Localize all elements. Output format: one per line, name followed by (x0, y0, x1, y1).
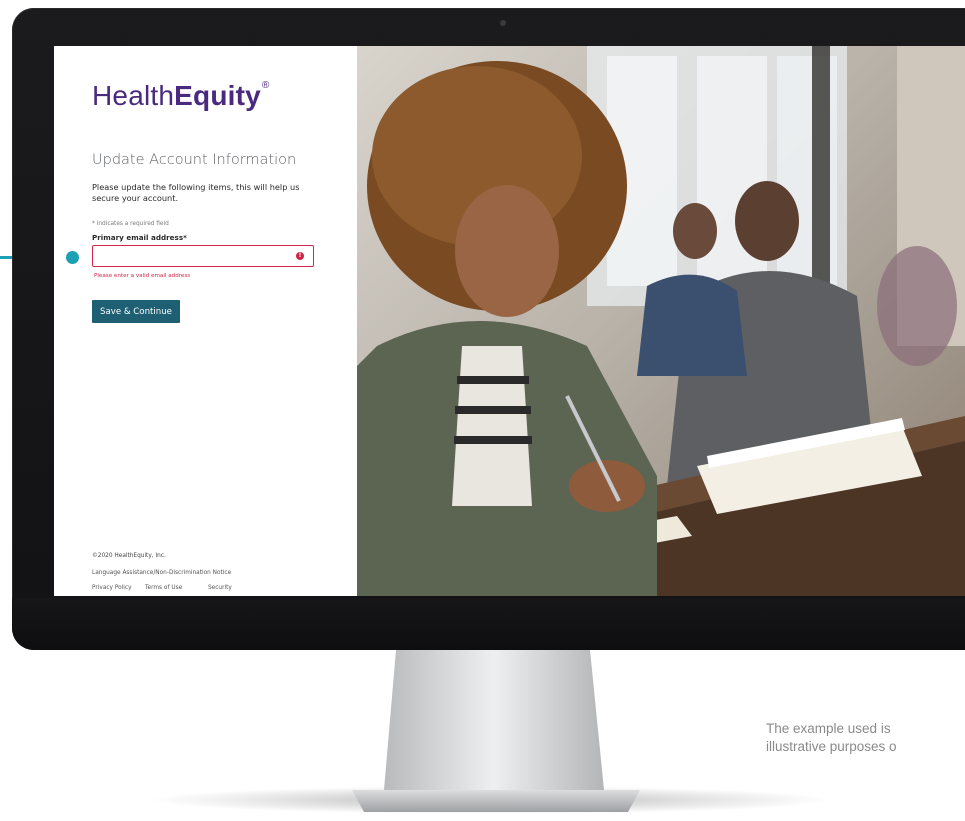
webcam-icon (500, 20, 506, 26)
save-continue-button[interactable]: Save & Continue (92, 300, 180, 323)
language-assistance-link[interactable]: Language Assistance/Non-Discrimination N… (92, 570, 231, 576)
intro-text: Please update the following items, this … (92, 182, 300, 203)
healthequity-logo: HealthEquity® (92, 80, 270, 111)
disclaimer-text: The example used is illustrative purpose… (766, 720, 965, 756)
disclaimer-line-1: The example used is (766, 721, 891, 736)
exclamation-circle-icon: ! (296, 252, 304, 260)
disclaimer-line-2: illustrative purposes o (766, 739, 897, 754)
student-photo-illustration (357, 46, 965, 596)
monitor-chin (12, 598, 965, 650)
monitor-screen: HealthEquity® Update Account Information… (54, 46, 965, 596)
privacy-policy-link[interactable]: Privacy Policy (92, 585, 132, 591)
footer-copyright: ©2020 HealthEquity, Inc. (92, 553, 166, 559)
email-error-message: Please enter a valid email address (94, 273, 191, 279)
terms-of-use-link[interactable]: Terms of Use (145, 585, 182, 591)
security-link[interactable]: Security (208, 585, 232, 591)
student-photo (357, 46, 965, 596)
page-title: Update Account Information (92, 152, 297, 168)
email-field-label: Primary email address* (92, 233, 187, 242)
required-field-note: * indicates a required field (92, 221, 169, 227)
callout-pointer-dot (66, 251, 79, 264)
email-field[interactable] (92, 245, 314, 267)
login-panel: HealthEquity® Update Account Information… (54, 46, 357, 596)
